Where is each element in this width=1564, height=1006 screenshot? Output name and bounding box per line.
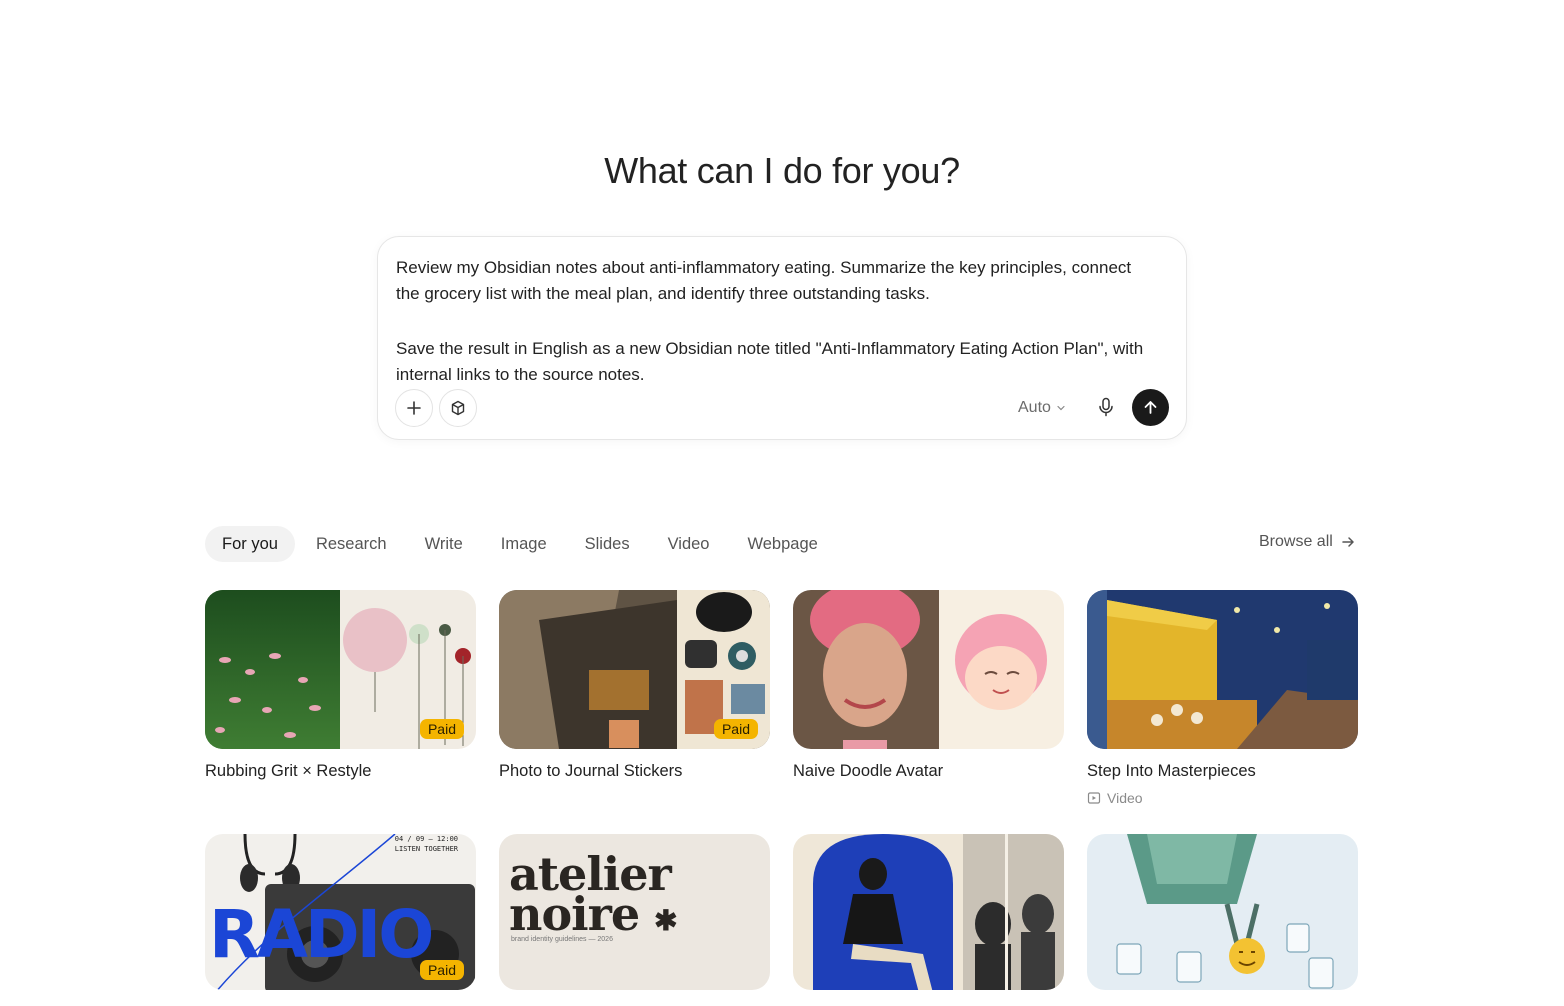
chevron-down-icon [1057, 405, 1065, 411]
card-title: Photo to Journal Stickers [499, 762, 683, 780]
page-title: What can I do for you? [604, 150, 960, 191]
browse-all-label: Browse all [1259, 533, 1333, 550]
radio-poster-caption: 04 / 09 — 12:00 LISTEN TOGETHER [394, 835, 458, 853]
card-title: Rubbing Grit × Restyle [205, 762, 372, 780]
send-button[interactable] [1132, 389, 1169, 426]
card-thumbnail [1087, 590, 1358, 749]
doodle-avatar-image [793, 590, 1064, 749]
tab-write[interactable]: Write [408, 526, 480, 562]
tab-webpage[interactable]: Webpage [730, 526, 834, 562]
template-card[interactable]: Naive Doodle Avatar [793, 590, 1064, 781]
cafe-terrace-painting-image [1087, 590, 1358, 749]
browse-all-link[interactable]: Browse all [1259, 533, 1355, 551]
microphone-icon [1099, 397, 1113, 417]
template-card[interactable] [793, 834, 1064, 990]
mode-selector[interactable]: Auto [1018, 397, 1066, 419]
template-card[interactable]: Paid Rubbing Grit × Restyle [205, 590, 476, 781]
card-thumbnail: 04 / 09 — 12:00 LISTEN TOGETHER RADIO Pa… [205, 834, 476, 990]
voice-input-button[interactable] [1095, 395, 1117, 419]
card-thumbnail: atelier noire ✱ brand identity guideline… [499, 834, 770, 990]
arrow-right-icon [1342, 537, 1354, 547]
card-type-label: Video [1107, 790, 1143, 806]
prompt-input[interactable]: Review my Obsidian notes about anti-infl… [396, 255, 1156, 387]
tab-video[interactable]: Video [651, 526, 727, 562]
card-title: Naive Doodle Avatar [793, 762, 944, 780]
card-thumbnail [1087, 834, 1358, 990]
brand-wordmark: atelier noire ✱ [509, 847, 678, 941]
template-card[interactable] [1087, 834, 1358, 990]
video-icon [1087, 792, 1101, 804]
cube-icon [451, 400, 465, 416]
add-attachment-button[interactable] [395, 389, 433, 427]
card-thumbnail: Paid [499, 590, 770, 749]
paid-badge: Paid [419, 960, 464, 980]
template-card[interactable]: Step Into Masterpieces Video [1087, 590, 1358, 806]
prompt-composer: Review my Obsidian notes about anti-infl… [377, 236, 1187, 440]
connectors-button[interactable] [439, 389, 477, 427]
template-card[interactable]: atelier noire ✱ brand identity guideline… [499, 834, 770, 990]
chip-hugging-face-illustration-image [1087, 834, 1358, 990]
tab-image[interactable]: Image [484, 526, 564, 562]
tab-research[interactable]: Research [299, 526, 404, 562]
radio-poster-title: RADIO [209, 896, 434, 973]
tab-slides[interactable]: Slides [568, 526, 647, 562]
plus-icon [407, 401, 421, 415]
prompt-paragraph: Review my Obsidian notes about anti-infl… [396, 258, 1132, 303]
template-card[interactable]: 04 / 09 — 12:00 LISTEN TOGETHER RADIO Pa… [205, 834, 476, 990]
prompt-paragraph: Save the result in English as a new Obsi… [396, 339, 1144, 384]
tab-for-you[interactable]: For you [205, 526, 295, 562]
card-type: Video [1087, 790, 1358, 806]
brand-caption: brand identity guidelines — 2026 [511, 936, 613, 943]
template-card[interactable]: Paid Photo to Journal Stickers [499, 590, 770, 781]
category-tabs: For you Research Write Image Slides Vide… [205, 526, 839, 562]
card-thumbnail: Paid [205, 590, 476, 749]
card-thumbnail [793, 834, 1064, 990]
train-reader-illustration-image [793, 834, 1064, 990]
mode-label: Auto [1018, 399, 1051, 416]
paid-badge: Paid [713, 719, 758, 739]
arrow-up-icon [1144, 401, 1157, 414]
card-thumbnail [793, 590, 1064, 749]
paid-badge: Paid [419, 719, 464, 739]
card-title: Step Into Masterpieces [1087, 762, 1256, 780]
